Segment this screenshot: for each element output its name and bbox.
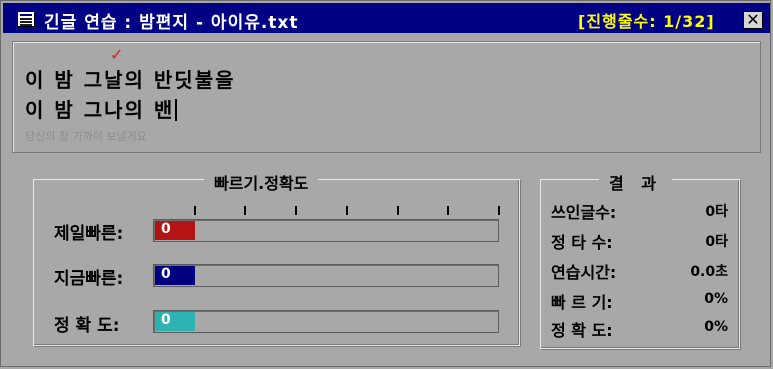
typed-text: 이 밤 그나의 밴 — [25, 98, 175, 122]
result-title: 결 과 — [599, 170, 673, 194]
accuracy-label: 정 확 도: — [54, 316, 120, 336]
current-speed-value: 0 — [161, 266, 171, 282]
text-cursor — [175, 99, 178, 121]
close-button[interactable]: ✕ — [743, 11, 763, 29]
scale-tick — [447, 206, 449, 215]
accuracy-result-label: 정 확 도: — [551, 321, 613, 340]
accuracy-gauge: 0 — [153, 310, 499, 333]
typed-chars-label: 쓰인글수: — [551, 203, 617, 222]
title-bar[interactable]: 긴글 연습 : 밤편지 - 아이유.txt [진행줄수: 1/32] ✕ — [3, 3, 770, 33]
correct-chars-value: 0타 — [705, 234, 728, 250]
correct-chars-label: 정 타 수: — [551, 233, 613, 252]
practice-time-value: 0.0초 — [690, 264, 728, 280]
scale-tick — [194, 206, 196, 215]
scale-tick — [295, 206, 297, 215]
typing-practice-window: 긴글 연습 : 밤편지 - 아이유.txt [진행줄수: 1/32] ✕ ✓ 이… — [0, 0, 771, 367]
scale-tick — [244, 206, 246, 215]
next-source-line: 당신의 창 가까이 보낼게요 — [25, 130, 147, 143]
typed-chars-value: 0타 — [705, 204, 728, 220]
speed-accuracy-title: 빠르기.정확도 — [204, 170, 319, 194]
error-check-mark: ✓ — [110, 45, 124, 64]
scale-tick — [397, 206, 399, 215]
line-progress: [진행줄수: 1/32] — [578, 12, 715, 31]
accuracy-value: 0 — [161, 312, 171, 328]
scale-tick — [346, 206, 348, 215]
current-speed-gauge: 0 — [153, 264, 499, 287]
accuracy-result-value: 0% — [704, 319, 728, 335]
system-menu-icon[interactable] — [17, 11, 35, 27]
speed-label: 빠 르 기: — [551, 293, 613, 312]
typed-text-line[interactable]: 이 밤 그나의 밴 — [25, 94, 178, 123]
window-title: 긴글 연습 : 밤편지 - 아이유.txt — [44, 13, 299, 33]
speed-value: 0% — [704, 291, 728, 307]
best-speed-gauge: 0 — [153, 219, 499, 242]
best-speed-value: 0 — [161, 221, 171, 237]
practice-time-label: 연습시간: — [551, 263, 617, 282]
source-text-line: 이 밤 그날의 반딧불을 — [25, 68, 236, 92]
best-speed-label: 제일빠른: — [54, 224, 124, 244]
scale-tick — [498, 206, 500, 215]
current-speed-label: 지금빠른: — [54, 269, 124, 289]
